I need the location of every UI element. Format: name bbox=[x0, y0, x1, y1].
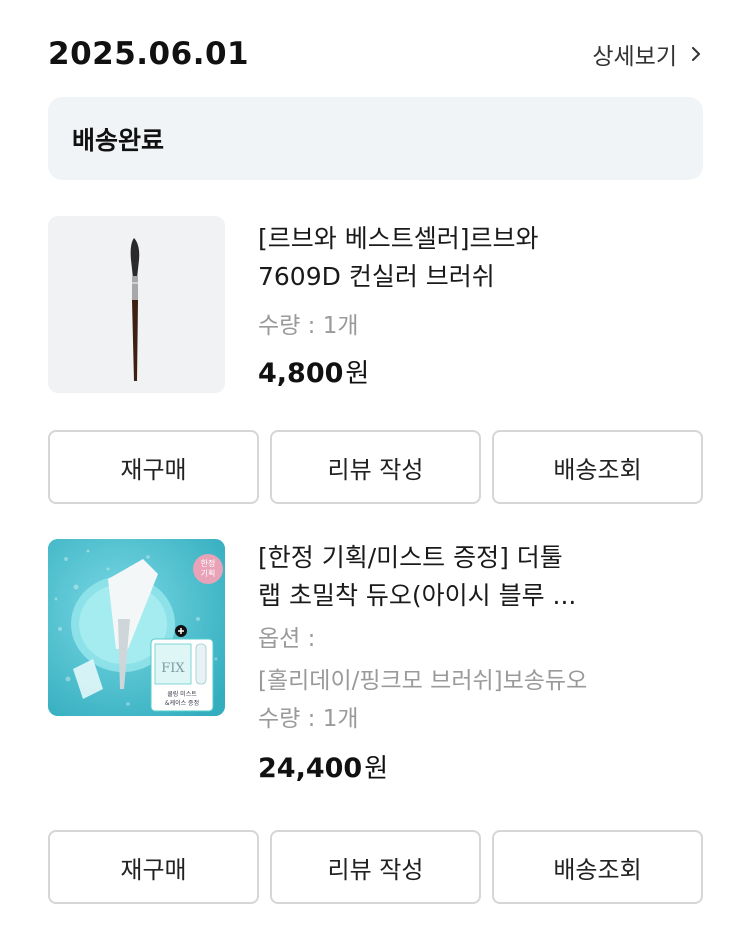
product-option-label: 옵션 : bbox=[258, 626, 316, 652]
price-value: 4,800 bbox=[258, 358, 344, 389]
write-review-button[interactable]: 리뷰 작성 bbox=[270, 430, 481, 504]
product-fix-text: FIX bbox=[161, 661, 185, 676]
track-delivery-button[interactable]: 배송조회 bbox=[492, 430, 703, 504]
product-title-line1[interactable]: [르브와 베스트셀러]르브와 bbox=[258, 220, 703, 258]
price-currency: 원 bbox=[345, 359, 370, 389]
product-price: 24,400원 bbox=[258, 749, 703, 789]
rebuy-button[interactable]: 재구매 bbox=[48, 830, 259, 904]
delivery-status: 배송완료 bbox=[72, 125, 165, 155]
track-delivery-button[interactable]: 배송조회 bbox=[492, 830, 703, 904]
product-package-image-icon: 한정 기획 FIX 쿨링 미스트 &케이스 증정 bbox=[48, 539, 225, 716]
brush-image-icon bbox=[130, 238, 140, 381]
price-value: 24,400 bbox=[258, 753, 363, 784]
product-image[interactable]: 한정 기획 FIX 쿨링 미스트 &케이스 증정 bbox=[48, 539, 225, 716]
rebuy-button[interactable]: 재구매 bbox=[48, 430, 259, 504]
product-case-text: &케이스 증정 bbox=[165, 699, 199, 707]
item-actions: 재구매 리뷰 작성 배송조회 bbox=[48, 430, 703, 504]
detail-link[interactable]: 상세보기 bbox=[592, 34, 703, 74]
item-actions: 재구매 리뷰 작성 배송조회 bbox=[48, 830, 703, 904]
price-currency: 원 bbox=[364, 754, 389, 784]
write-review-button[interactable]: 리뷰 작성 bbox=[270, 830, 481, 904]
product-title-line2[interactable]: 랩 초밀착 듀오(아이시 블루 ... bbox=[258, 577, 703, 615]
product-info: [한정 기획/미스트 증정] 더툴 랩 초밀착 듀오(아이시 블루 ... 옵션… bbox=[258, 539, 703, 789]
product-quantity: 수량 : 1개 bbox=[258, 313, 359, 339]
badge-text-1: 한정 bbox=[201, 558, 216, 568]
product-price: 4,800원 bbox=[258, 354, 703, 394]
product-info: [르브와 베스트셀러]르브와 7609D 컨실러 브러쉬 수량 : 1개 4,8… bbox=[258, 216, 703, 394]
order-item: 한정 기획 FIX 쿨링 미스트 &케이스 증정 [한정 기획/미스트 증정] … bbox=[48, 539, 703, 809]
product-option-value: [홀리데이/핑크모 브러쉬]보송듀오 bbox=[258, 668, 588, 694]
product-mist-text: 쿨링 미스트 bbox=[167, 690, 197, 698]
badge-text-2: 기획 bbox=[201, 568, 216, 578]
detail-label: 상세보기 bbox=[592, 44, 677, 70]
product-title-line2[interactable]: 7609D 컨실러 브러쉬 bbox=[258, 258, 703, 296]
delivery-status-banner: 배송완료 bbox=[48, 97, 703, 180]
product-title-line1[interactable]: [한정 기획/미스트 증정] 더툴 bbox=[258, 539, 703, 577]
order-header: 2025.06.01 상세보기 bbox=[48, 34, 703, 74]
order-date: 2025.06.01 bbox=[48, 36, 250, 72]
chevron-right-icon bbox=[692, 47, 700, 61]
product-quantity: 수량 : 1개 bbox=[258, 706, 359, 732]
order-item: [르브와 베스트셀러]르브와 7609D 컨실러 브러쉬 수량 : 1개 4,8… bbox=[48, 216, 703, 396]
product-image[interactable] bbox=[48, 216, 225, 393]
